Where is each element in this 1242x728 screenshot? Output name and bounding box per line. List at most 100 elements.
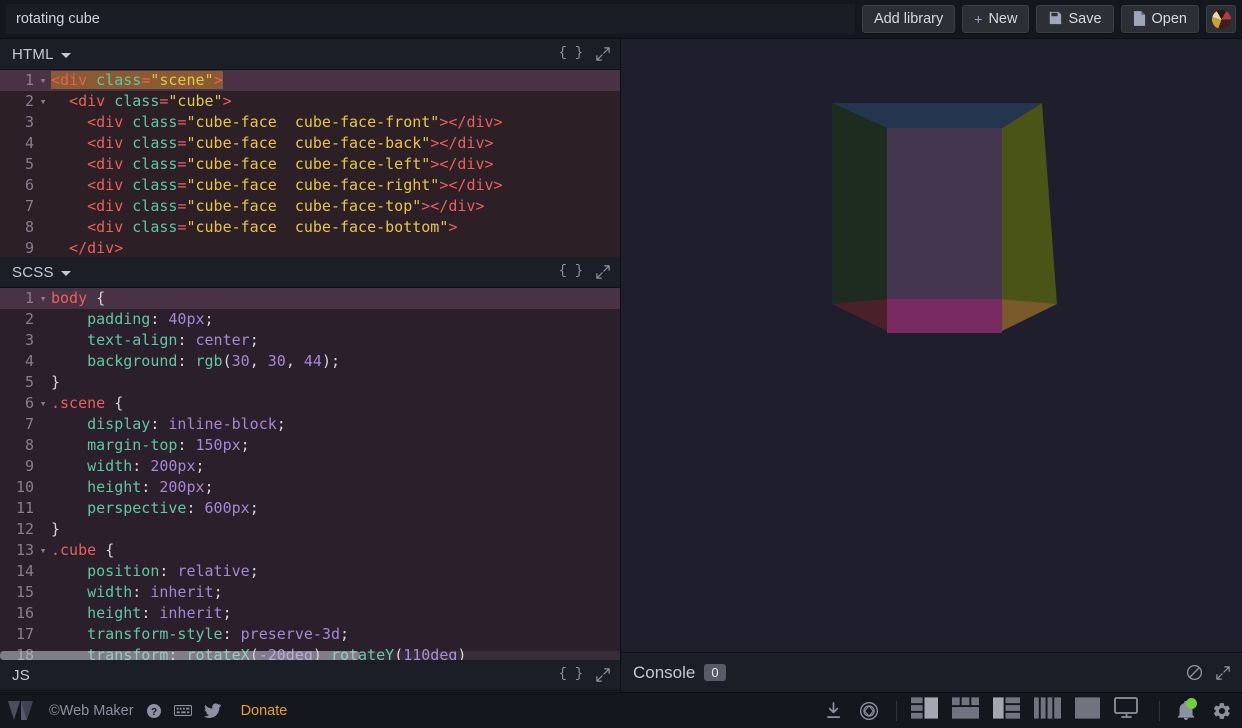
fold-arrow-icon[interactable]: ▾ <box>37 91 49 112</box>
code-line[interactable]: 5} <box>0 372 620 393</box>
keyboard-icon[interactable] <box>174 704 192 717</box>
new-button[interactable]: + New <box>962 5 1029 33</box>
layout-mode-2-icon[interactable] <box>952 697 979 724</box>
fold-spacer <box>37 456 49 477</box>
donate-link[interactable]: Donate <box>241 703 288 719</box>
console-count-badge: 0 <box>704 664 725 681</box>
code-line-text: perspective: 600px; <box>49 498 620 519</box>
code-line[interactable]: 11 perspective: 600px; <box>0 498 620 519</box>
code-line[interactable]: 4 background: rgb(30, 30, 44); <box>0 351 620 372</box>
open-button[interactable]: Open <box>1121 5 1199 33</box>
code-line[interactable]: 4 <div class="cube-face cube-face-back">… <box>0 133 620 154</box>
code-line[interactable]: 12} <box>0 519 620 540</box>
code-line[interactable]: 6▾.scene { <box>0 393 620 414</box>
preview-iframe[interactable] <box>621 39 1242 652</box>
code-line-text: body { <box>49 288 620 309</box>
scss-pane-title[interactable]: SCSS <box>12 264 54 281</box>
curly-braces-icon[interactable]: { } <box>559 47 583 61</box>
gear-icon[interactable] <box>1212 701 1232 721</box>
code-line[interactable]: 2 padding: 40px; <box>0 309 620 330</box>
chevron-down-icon[interactable] <box>61 53 71 58</box>
code-line[interactable]: 3 text-align: center; <box>0 330 620 351</box>
download-icon[interactable] <box>825 702 842 719</box>
code-line[interactable]: 3 <div class="cube-face cube-face-front"… <box>0 112 620 133</box>
editors-column: HTML { } 1▾<div class="scene">2▾ <div cl… <box>0 39 621 692</box>
question-mark-icon[interactable]: ? <box>146 703 162 719</box>
js-pane: JS { } <box>0 660 620 692</box>
code-line[interactable]: 8 margin-top: 150px; <box>0 435 620 456</box>
fold-arrow-icon[interactable]: ▾ <box>37 393 49 414</box>
layout-mode-1-icon[interactable] <box>911 697 938 724</box>
code-line[interactable]: 1▾<div class="scene"> <box>0 70 620 91</box>
code-line[interactable]: 13▾.cube { <box>0 540 620 561</box>
code-line[interactable]: 7 <div class="cube-face cube-face-top"><… <box>0 196 620 217</box>
curly-braces-icon[interactable]: { } <box>559 668 583 682</box>
line-number: 13 <box>0 540 37 561</box>
code-line[interactable]: 17 transform-style: preserve-3d; <box>0 624 620 645</box>
fold-spacer <box>37 603 49 624</box>
twitter-bird-icon[interactable] <box>204 703 221 718</box>
expand-arrows-icon[interactable] <box>596 265 610 279</box>
line-number: 11 <box>0 498 37 519</box>
fold-arrow-icon[interactable]: ▾ <box>37 540 49 561</box>
footer-divider-1 <box>896 701 897 721</box>
code-line[interactable]: 9 width: 200px; <box>0 456 620 477</box>
bell-icon[interactable] <box>1177 701 1195 720</box>
scss-code-editor[interactable]: 1▾body {2 padding: 40px;3 text-align: ce… <box>0 288 620 660</box>
html-code-editor[interactable]: 1▾<div class="scene">2▾ <div class="cube… <box>0 70 620 257</box>
code-line-text: <div class="cube-face cube-face-top"></d… <box>49 196 620 217</box>
fold-spacer <box>37 477 49 498</box>
add-library-button[interactable]: Add library <box>862 5 955 33</box>
cube-face-bottom <box>887 299 1002 333</box>
code-line[interactable]: 15 width: inherit; <box>0 582 620 603</box>
detached-preview-icon[interactable] <box>859 701 879 721</box>
code-line[interactable]: 9 </div> <box>0 238 620 257</box>
console-label[interactable]: Console <box>633 663 695 683</box>
fold-spacer <box>37 435 49 456</box>
save-button[interactable]: Save <box>1036 5 1113 33</box>
fold-spacer <box>37 624 49 645</box>
code-line[interactable]: 14 position: relative; <box>0 561 620 582</box>
code-line[interactable]: 10 height: 200px; <box>0 477 620 498</box>
layout-mode-3-icon[interactable] <box>993 697 1020 724</box>
preview-screen-icon[interactable] <box>1114 697 1142 724</box>
html-pane-title[interactable]: HTML <box>12 46 54 63</box>
scss-horizontal-scrollbar[interactable] <box>0 651 620 660</box>
cube-bottom-right-wedge <box>1002 299 1057 331</box>
fold-arrow-icon[interactable]: ▾ <box>37 288 49 309</box>
console-bar: Console 0 <box>621 652 1242 692</box>
code-line-text: padding: 40px; <box>49 309 620 330</box>
js-pane-title[interactable]: JS <box>12 667 30 684</box>
layout-mode-5-icon[interactable] <box>1075 697 1100 724</box>
no-entry-clear-icon[interactable] <box>1186 664 1203 681</box>
code-line[interactable]: 8 <div class="cube-face cube-face-bottom… <box>0 217 620 238</box>
fold-spacer <box>37 519 49 540</box>
code-line[interactable]: 2▾ <div class="cube"> <box>0 91 620 112</box>
line-number: 10 <box>0 477 37 498</box>
cube-face-right <box>1002 103 1057 304</box>
project-title-input[interactable] <box>6 4 855 34</box>
line-number: 2 <box>0 91 37 112</box>
code-line[interactable]: 5 <div class="cube-face cube-face-left">… <box>0 154 620 175</box>
expand-arrows-icon[interactable] <box>1216 666 1230 680</box>
layout-mode-4-icon[interactable] <box>1034 697 1061 724</box>
code-line[interactable]: 7 display: inline-block; <box>0 414 620 435</box>
line-number: 1 <box>0 70 37 91</box>
curly-braces-icon[interactable]: { } <box>559 265 583 279</box>
user-avatar-button[interactable] <box>1206 5 1236 33</box>
code-line[interactable]: 6 <div class="cube-face cube-face-right"… <box>0 175 620 196</box>
chevron-down-icon[interactable] <box>61 271 71 276</box>
fold-spacer <box>37 175 49 196</box>
code-line-text: </div> <box>49 238 620 257</box>
fold-arrow-icon[interactable]: ▾ <box>37 70 49 91</box>
code-line-text: } <box>49 372 620 393</box>
expand-arrows-icon[interactable] <box>596 668 610 682</box>
line-number: 15 <box>0 582 37 603</box>
code-line[interactable]: 1▾body { <box>0 288 620 309</box>
expand-arrows-icon[interactable] <box>596 47 610 61</box>
document-icon <box>1133 11 1146 28</box>
code-line[interactable]: 16 height: inherit; <box>0 603 620 624</box>
line-number: 7 <box>0 414 37 435</box>
fold-spacer <box>37 582 49 603</box>
line-number: 6 <box>0 393 37 414</box>
